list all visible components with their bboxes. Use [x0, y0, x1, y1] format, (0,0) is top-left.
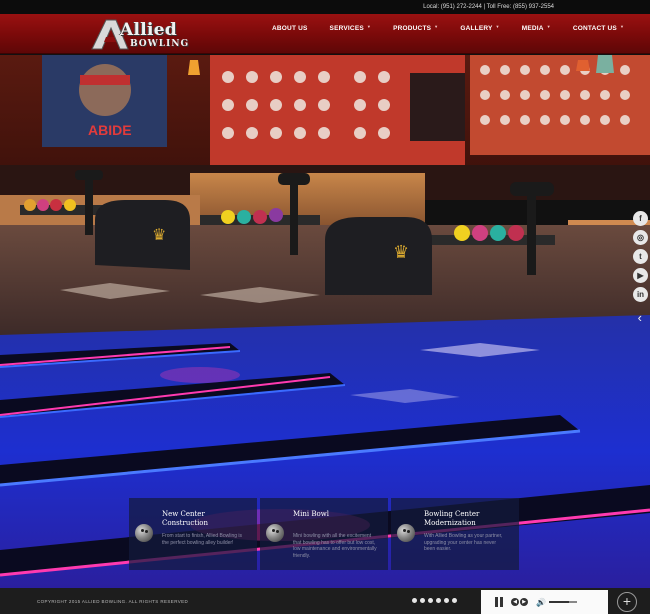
chevron-down-icon: ▼ [434, 23, 439, 29]
nav-services[interactable]: SERVICES ▼ [329, 23, 372, 32]
slide-dot[interactable] [420, 598, 425, 603]
slider-prev-chevron-icon[interactable]: ‹ [638, 310, 642, 325]
main-nav: ABOUT US SERVICES ▼ PRODUCTS ▼ GALLERY ▼ ME… [272, 14, 646, 42]
twitter-icon[interactable]: t [633, 249, 648, 264]
volume-control: 🔊 [536, 598, 577, 607]
nav-gallery[interactable]: GALLERY ▼ [460, 23, 500, 32]
nav-label: SERVICES [329, 24, 364, 32]
chevron-down-icon: ▼ [495, 23, 500, 29]
volume-icon[interactable]: 🔊 [536, 598, 546, 607]
instagram-icon[interactable]: ◎ [633, 230, 648, 245]
bowling-ball-icon [266, 524, 284, 542]
top-contact-bar: Local: (951) 272-2244 | Toll Free: (855)… [0, 0, 650, 14]
chevron-down-icon: ▼ [619, 23, 625, 29]
svg-text:♛: ♛ [393, 242, 409, 263]
slide-dot[interactable] [444, 598, 449, 603]
contact-phone-text: Local: (951) 272-2244 | Toll Free: (855)… [423, 4, 554, 10]
social-links: f ◎ t ▶ in [633, 211, 648, 302]
slide-pagination [412, 598, 457, 603]
feature-bowling-center-modernization[interactable]: Bowling Center Modernization With Allied… [391, 498, 519, 570]
nav-label: GALLERY [460, 24, 493, 32]
slide-dot[interactable] [412, 598, 417, 603]
next-track-icon[interactable]: ▶ [520, 598, 528, 606]
nav-products[interactable]: PRODUCTS ▼ [393, 23, 439, 32]
poster-text: ABIDE [88, 122, 132, 138]
feature-title: New Center Construction [162, 510, 209, 527]
nav-about-us[interactable]: ABOUT US [272, 25, 308, 32]
volume-slider[interactable] [548, 601, 577, 603]
feature-boxes: New Center Construction From start to fi… [129, 498, 519, 570]
skip-controls: ◀ ▶ [511, 598, 528, 606]
pause-icon[interactable] [495, 597, 503, 607]
site-footer: COPYRIGHT 2015 ALLIED BOWLING. ALL RIGHT… [0, 588, 650, 614]
prev-track-icon[interactable]: ◀ [511, 598, 519, 606]
nav-label: PRODUCTS [393, 24, 432, 32]
slide-dot[interactable] [428, 598, 433, 603]
media-player: ◀ ▶ 🔊 [481, 590, 608, 614]
chevron-down-icon: ▼ [546, 23, 551, 29]
slide-dot[interactable] [452, 598, 457, 603]
nav-label: MEDIA [521, 24, 544, 32]
nav-label: CONTACT US [572, 24, 617, 32]
copyright-text: COPYRIGHT 2015 ALLIED BOWLING. ALL RIGHT… [37, 599, 189, 604]
chevron-down-icon: ▼ [366, 23, 372, 29]
feature-description: From start to finish, Allied Bowling is … [162, 533, 243, 546]
linkedin-icon[interactable]: in [633, 287, 648, 302]
volume-slider-fill [548, 601, 569, 603]
feature-title: Bowling Center Modernization [424, 510, 480, 527]
feature-description: Mini bowling with all the excitement tha… [293, 533, 377, 559]
youtube-icon[interactable]: ▶ [633, 268, 648, 283]
feature-new-center-construction[interactable]: New Center Construction From start to fi… [129, 498, 257, 570]
nav-contact-us[interactable]: CONTACT US ▼ [572, 23, 625, 32]
nav-label: ABOUT US [272, 24, 308, 32]
feature-description: With Allied Bowling as your partner, upg… [424, 533, 503, 553]
nav-media[interactable]: MEDIA ▼ [521, 23, 551, 32]
slide-dot[interactable] [436, 598, 441, 603]
logo-text-allied: Allied [120, 20, 178, 40]
feature-mini-bowl[interactable]: Mini Bowl Mini bowling with all the exci… [260, 498, 388, 570]
facebook-icon[interactable]: f [633, 211, 648, 226]
allied-bowling-logo[interactable]: Allied BOWLING [90, 18, 204, 51]
logo-text-bowling: BOWLING [130, 39, 190, 49]
bowling-ball-icon [397, 524, 415, 542]
site-header: Allied BOWLING ABOUT US SERVICES ▼ PRODUC… [0, 14, 650, 54]
svg-text:♛: ♛ [152, 225, 166, 244]
expand-plus-button[interactable]: + [617, 592, 637, 612]
bowling-ball-icon [135, 524, 153, 542]
feature-title: Mini Bowl [293, 510, 329, 518]
